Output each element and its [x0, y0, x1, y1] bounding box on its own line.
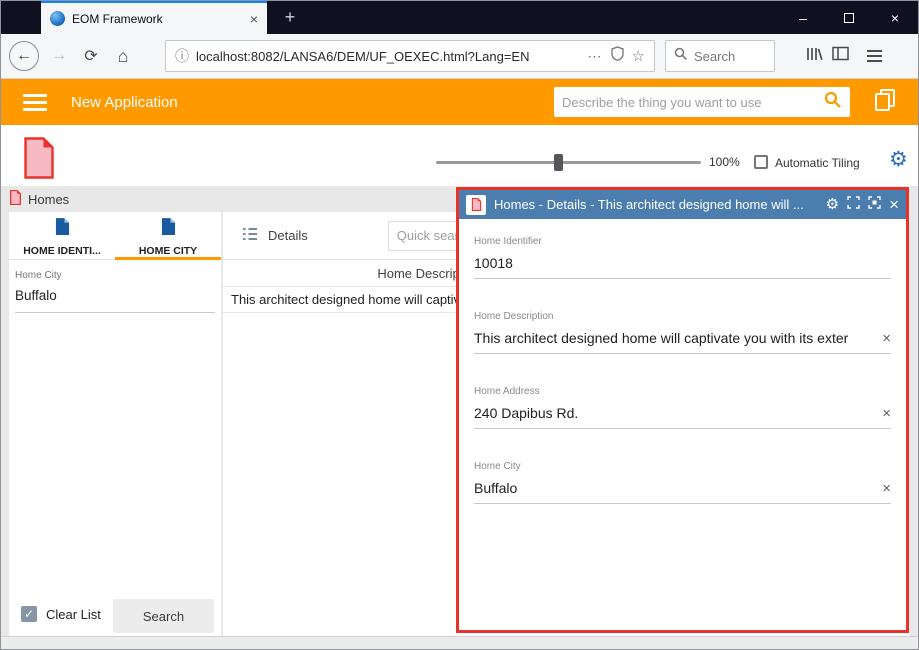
dialog-restore-icon[interactable]: [847, 196, 860, 214]
field-label: Home Address: [474, 386, 891, 397]
site-info-icon[interactable]: ⓘ: [175, 46, 189, 66]
status-bar: [1, 636, 918, 650]
field-home-description: Home Description This architect designed…: [474, 311, 891, 354]
document-icon: [161, 217, 176, 241]
app-search-box[interactable]: [554, 87, 850, 117]
reload-button[interactable]: ⟳: [77, 46, 105, 66]
dialog-settings-gear-icon[interactable]: ⚙: [826, 197, 839, 212]
homes-group-text: Homes: [28, 192, 69, 207]
sidebar-toggle-icon[interactable]: [832, 46, 849, 66]
browser-menu-icon[interactable]: [863, 46, 886, 66]
search-icon: [674, 47, 688, 66]
app-title: New Application: [71, 94, 178, 111]
settings-gear-icon[interactable]: ⚙: [889, 149, 908, 170]
window-close-button[interactable]: ×: [872, 1, 918, 34]
home-city-search-field: Home City Buffalo: [15, 270, 215, 313]
automatic-tiling-checkbox[interactable]: [754, 155, 768, 169]
new-tab-button[interactable]: +: [273, 1, 307, 34]
zoom-value: 100%: [709, 155, 740, 169]
dialog-document-icon: [466, 195, 486, 215]
back-button[interactable]: ←: [9, 41, 39, 71]
home-description-input[interactable]: This architect designed home will captiv…: [474, 330, 874, 346]
shield-icon[interactable]: [611, 46, 624, 66]
clear-list-label: Clear List: [46, 607, 101, 622]
zoom-slider[interactable]: [436, 161, 701, 164]
application-document-icon[interactable]: [21, 137, 57, 184]
app-menu-icon[interactable]: [21, 92, 49, 113]
home-button[interactable]: ⌂: [109, 46, 137, 67]
tab-label: HOME CITY: [139, 245, 197, 257]
clear-list-checkbox[interactable]: ✓: [21, 606, 37, 622]
search-field-tabs: HOME IDENTI... HOME CITY: [9, 212, 221, 260]
workspace: Homes HOME IDENTI... HOME CITY: [1, 186, 918, 636]
app-header: New Application: [1, 79, 918, 125]
dialog-maximize-icon[interactable]: [868, 196, 881, 214]
dialog-body: Home Identifier 10018 Home Description T…: [459, 219, 906, 630]
tab-home-identifier[interactable]: HOME IDENTI...: [9, 212, 115, 259]
field-home-city: Home City Buffalo ×: [474, 461, 891, 504]
clear-list-control: ✓ Clear List: [21, 606, 101, 622]
homes-group-label: Homes: [9, 190, 69, 208]
clear-icon[interactable]: ×: [882, 331, 891, 346]
home-city-input[interactable]: Buffalo: [15, 288, 215, 313]
document-icon: [55, 217, 70, 241]
search-button[interactable]: Search: [113, 599, 214, 633]
tab-details[interactable]: Details: [223, 212, 326, 259]
field-label: Home City: [15, 270, 215, 281]
home-identifier-input[interactable]: 10018: [474, 255, 883, 271]
browser-window: EOM Framework × + – × ← → ⟳ ⌂ ⓘ localhos…: [0, 0, 919, 650]
homes-document-icon: [9, 190, 22, 208]
url-text[interactable]: localhost:8082/LANSA6/DEM/UF_OEXEC.html?…: [196, 49, 581, 64]
maximize-icon: [844, 13, 854, 23]
field-label: Home City: [474, 461, 891, 472]
search-panel: HOME IDENTI... HOME CITY Home City Buffa…: [9, 212, 221, 636]
forward-button[interactable]: →: [45, 47, 73, 65]
tab-label: HOME IDENTI...: [23, 245, 101, 257]
field-home-address: Home Address 240 Dapibus Rd. ×: [474, 386, 891, 429]
field-label: Home Description: [474, 311, 891, 322]
field-home-identifier: Home Identifier 10018: [474, 236, 891, 279]
app-search-icon[interactable]: [824, 91, 842, 114]
bookmark-star-icon[interactable]: ☆: [632, 47, 645, 65]
clear-icon[interactable]: ×: [882, 406, 891, 421]
details-tab-label: Details: [268, 228, 308, 243]
browser-navbar: ← → ⟳ ⌂ ⓘ localhost:8082/LANSA6/DEM/UF_O…: [1, 34, 918, 79]
tab-favicon-icon: [50, 11, 65, 26]
browser-tab[interactable]: EOM Framework ×: [41, 1, 267, 34]
tab-close-icon[interactable]: ×: [250, 12, 258, 26]
details-form-icon: [241, 226, 259, 245]
dialog-header[interactable]: Homes - Details - This architect designe…: [459, 190, 906, 219]
browser-search-input[interactable]: [694, 49, 756, 64]
field-label: Home Identifier: [474, 236, 891, 247]
zoom-slider-thumb[interactable]: [554, 154, 563, 171]
dialog-title: Homes - Details - This architect designe…: [494, 197, 818, 212]
browser-titlebar: EOM Framework × + – ×: [1, 1, 918, 34]
app-search-input[interactable]: [562, 95, 824, 110]
details-dialog: Homes - Details - This architect designe…: [456, 187, 909, 633]
page-actions-icon[interactable]: ⋯: [588, 48, 603, 65]
app-toolbar: 100% Automatic Tiling ⚙: [1, 125, 918, 186]
home-city-input[interactable]: Buffalo: [474, 480, 874, 496]
window-minimize-button[interactable]: –: [780, 1, 826, 34]
automatic-tiling-label: Automatic Tiling: [775, 156, 860, 170]
tab-home-city[interactable]: HOME CITY: [115, 212, 221, 259]
tab-title: EOM Framework: [72, 12, 243, 26]
library-icon[interactable]: [805, 46, 824, 67]
url-bar[interactable]: ⓘ localhost:8082/LANSA6/DEM/UF_OEXEC.htm…: [165, 40, 655, 72]
clear-icon[interactable]: ×: [882, 481, 891, 496]
browser-search-box[interactable]: [665, 40, 775, 72]
home-address-input[interactable]: 240 Dapibus Rd.: [474, 405, 874, 421]
dialog-close-icon[interactable]: ×: [889, 196, 899, 213]
apps-stack-icon[interactable]: [872, 87, 898, 118]
window-maximize-button[interactable]: [826, 1, 872, 34]
